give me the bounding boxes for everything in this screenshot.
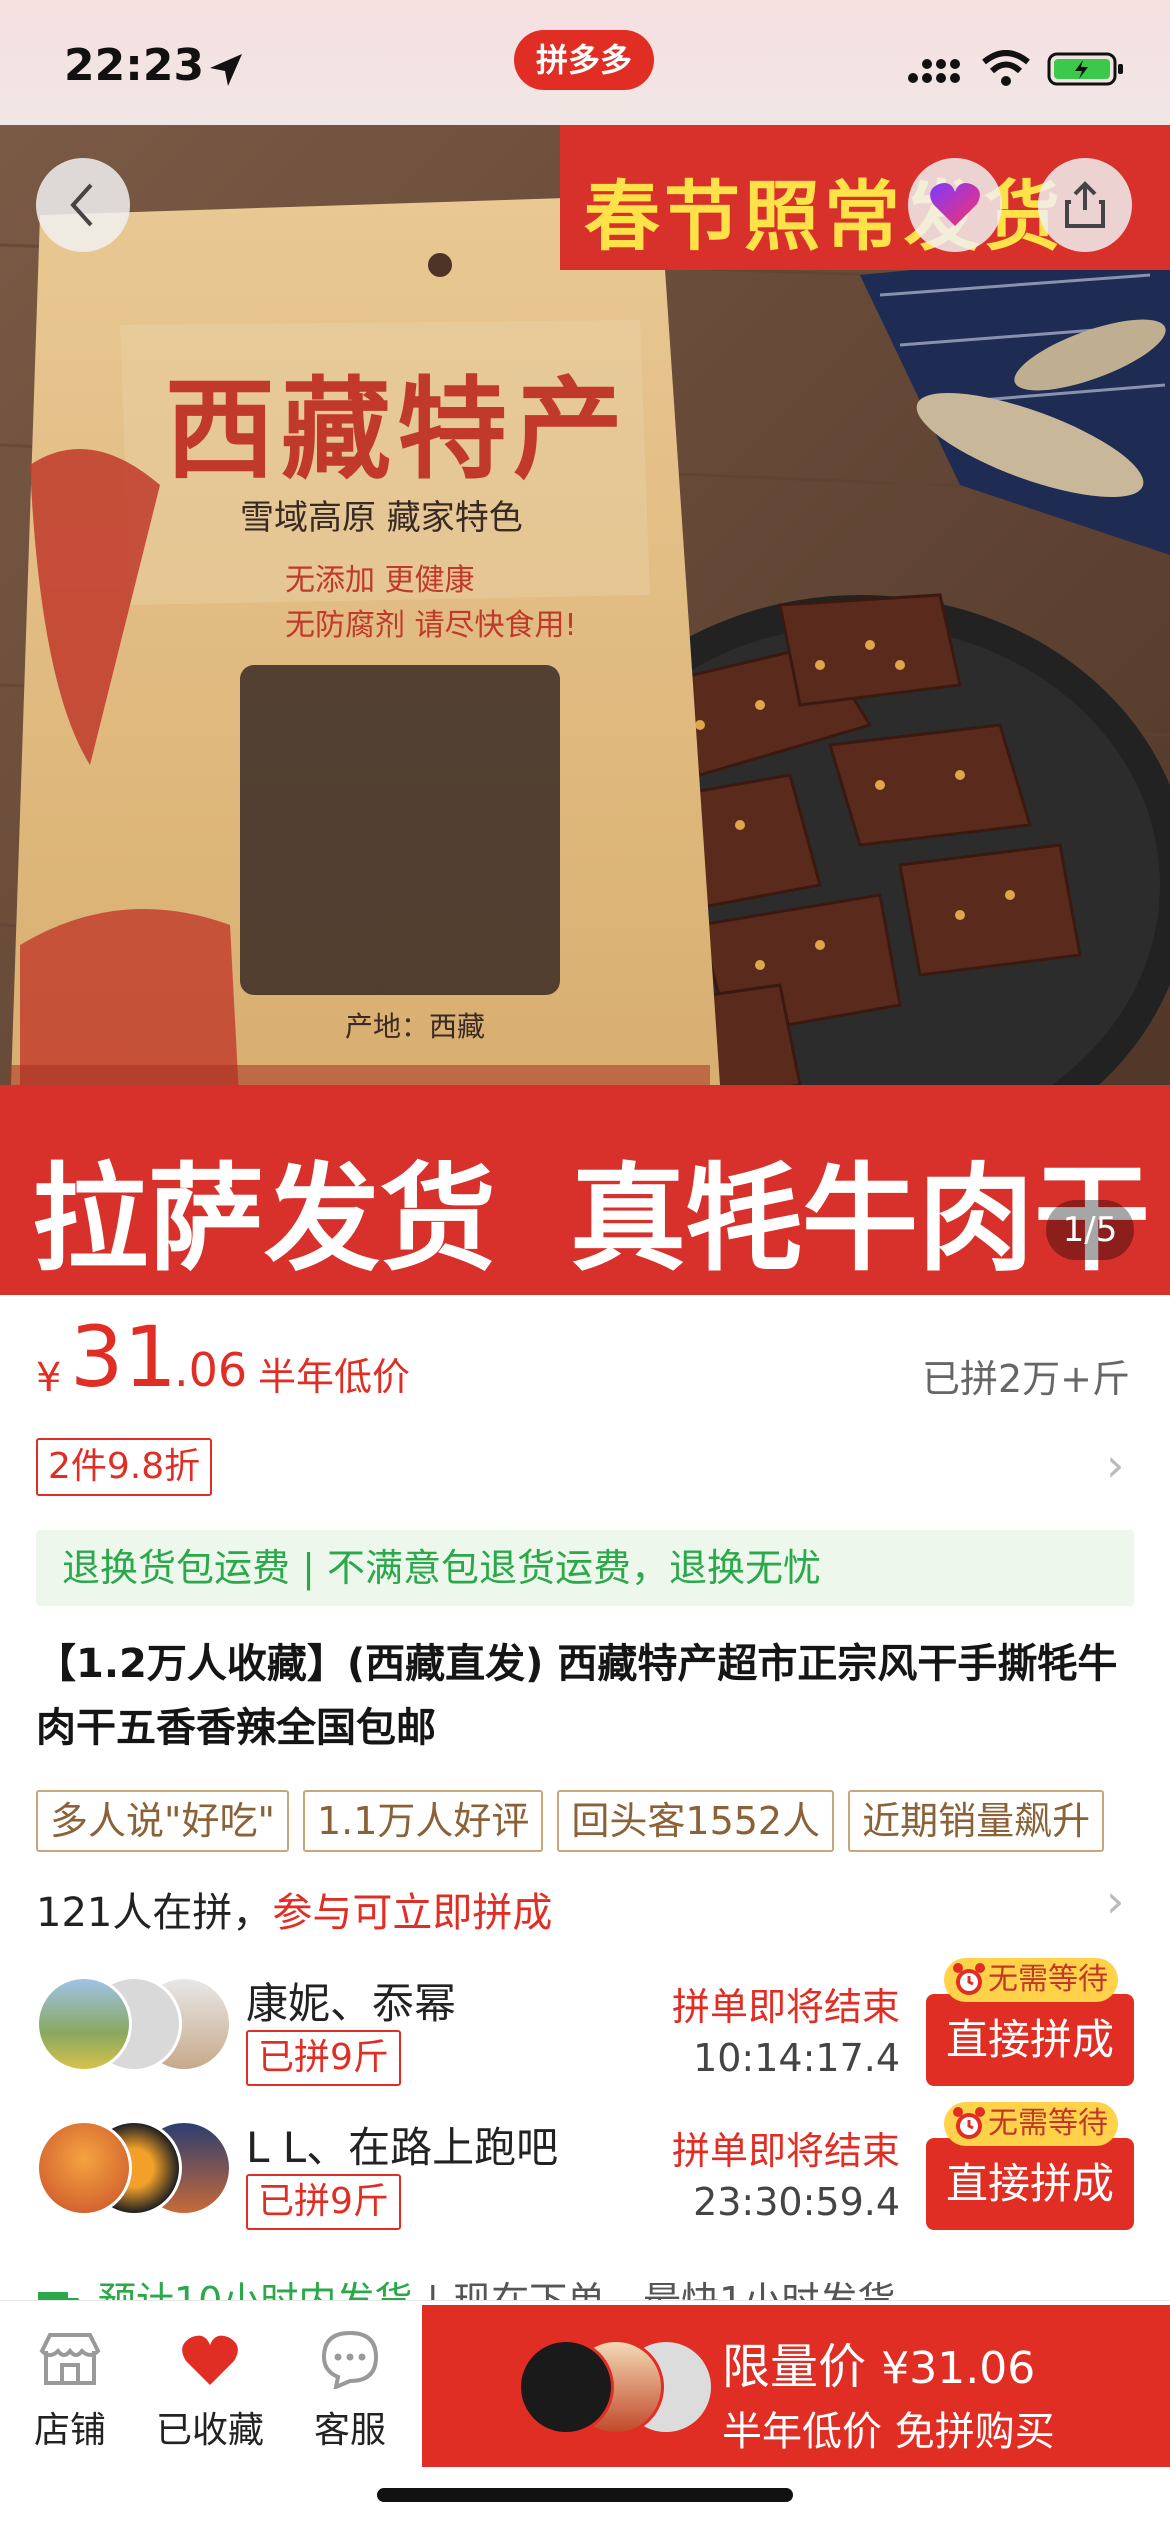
sold-count: 已拼2万+斤 (921, 1357, 1130, 1401)
product-title: 【1.2万人收藏】(西藏直发) 西藏特产超市正宗风干手撕牦牛肉干五香香辣全国包邮 (36, 1641, 1118, 1751)
back-button[interactable] (36, 158, 130, 252)
signal-icon (908, 59, 960, 83)
group-ending-text: 拼单即将结束 (671, 2129, 900, 2173)
price-decimal: .06 (174, 1343, 248, 1397)
group-ending-text: 拼单即将结束 (671, 1985, 900, 2029)
buy-price-line: 限量价 ¥31.06 (722, 2327, 1035, 2397)
group-avatars (36, 2120, 236, 2220)
location-arrow-icon (210, 54, 242, 86)
group-progress-badge: 已拼9斤 (246, 2174, 401, 2230)
group-count: 121人在拼， (36, 1890, 273, 1936)
join-group-button[interactable]: 直接拼成 (926, 1994, 1134, 2086)
favorite-label: 已收藏 (155, 2410, 264, 2451)
chat-bubble-icon (321, 2330, 379, 2391)
favorite-circle-button[interactable] (908, 158, 1002, 252)
share-icon (1065, 181, 1105, 228)
chevron-right-icon[interactable]: › (1106, 1874, 1124, 1928)
product-photo (0, 125, 1170, 1295)
service-label: 客服 (313, 2410, 386, 2451)
avatar (36, 1976, 132, 2072)
price-currency: ¥ (36, 1355, 62, 1401)
image-counter: 1/5 (1046, 1200, 1134, 1260)
tag-delicious[interactable]: 多人说"好吃" (36, 1790, 289, 1852)
chevron-right-icon[interactable]: › (1106, 1438, 1124, 1492)
no-wait-badge: 无需等待 (944, 2102, 1118, 2146)
no-wait-label: 无需等待 (988, 1962, 1108, 1997)
package-subtitle: 雪域高原 藏家特色 (240, 498, 523, 538)
discount-tag[interactable]: 2件9.8折 (36, 1438, 213, 1496)
group-names: L L、在路上跑吧 (246, 2123, 559, 2172)
group-names: 康妮、忝幂 (246, 1979, 457, 2028)
customer-service-button[interactable]: 客服 (280, 2329, 420, 2453)
group-avatars (36, 1976, 236, 2076)
group-cta: 参与可立即拼成 (272, 1890, 553, 1936)
no-wait-badge: 无需等待 (944, 1958, 1118, 2002)
package-title: 西藏特产 (165, 365, 629, 494)
avatar (518, 2339, 614, 2435)
store-icon (39, 2333, 101, 2385)
price-integer: 31 (70, 1308, 177, 1406)
store-label: 店铺 (33, 2410, 106, 2451)
app-badge: 拼多多 (514, 30, 654, 90)
heart-gradient-icon (930, 183, 980, 226)
avatar (36, 2120, 132, 2216)
buyer-avatars (518, 2339, 718, 2435)
favorite-button[interactable]: 已收藏 (140, 2329, 280, 2453)
group-progress-badge: 已拼9斤 (246, 2030, 401, 2086)
review-tags: 多人说"好吃" 1.1万人好评 回头客1552人 近期销量飙升 (36, 1790, 1118, 1852)
package-line-2: 无防腐剂 请尽快食用! (285, 608, 577, 643)
buy-price-value: ¥31.06 (881, 2343, 1036, 2394)
store-button[interactable]: 店铺 (0, 2329, 140, 2453)
group-row: L L、在路上跑吧 已拼9斤 拼单即将结束 23:30:59.4 直接拼成 无需… (0, 2102, 1170, 2242)
chevron-left-icon (70, 183, 93, 227)
share-button[interactable] (1038, 158, 1132, 252)
home-indicator (377, 2488, 793, 2502)
group-header[interactable]: 121人在拼，参与可立即拼成 (36, 1880, 552, 1938)
heart-filled-icon (182, 2335, 238, 2385)
tag-good-reviews[interactable]: 1.1万人好评 (302, 1790, 544, 1852)
join-group-button[interactable]: 直接拼成 (926, 2138, 1134, 2230)
package-origin: 产地：西藏 (345, 1010, 486, 1043)
tag-repeat-customers[interactable]: 回头客1552人 (557, 1790, 835, 1852)
buy-price-label: 限量价 (722, 2339, 867, 2395)
group-row: 康妮、忝幂 已拼9斤 拼单即将结束 10:14:17.4 直接拼成 无需等待 (0, 1958, 1170, 2098)
banner-bottom-left: 拉萨发货 (32, 1152, 496, 1287)
group-countdown: 10:14:17.4 (693, 2036, 900, 2080)
system-icons (905, 50, 1127, 88)
tag-sales-rising[interactable]: 近期销量飙升 (848, 1790, 1105, 1852)
no-wait-label: 无需等待 (988, 2106, 1108, 2141)
group-countdown: 23:30:59.4 (693, 2180, 900, 2224)
buy-now-button[interactable]: 限量价 ¥31.06 半年低价 免拼购买 (422, 2305, 1170, 2467)
buy-subline: 半年低价 免拼购买 (722, 2409, 1055, 2455)
price-note: 半年低价 (258, 1355, 411, 1399)
guarantee-bar[interactable]: 退换货包运费 | 不满意包退货运费，退换无忧 (36, 1530, 1134, 1606)
alarm-clock-icon (953, 2107, 985, 2139)
product-image-carousel[interactable]: 春节照常发货 西藏特产 雪域高原 藏家特色 无添加 更健康 无防腐剂 请尽快食用… (0, 125, 1170, 1295)
alarm-clock-icon (953, 1963, 985, 1995)
package-line-1: 无添加 更健康 (285, 563, 475, 598)
wifi-icon (982, 50, 1030, 86)
status-time: 22:23 (64, 40, 205, 91)
battery-icon (1047, 52, 1124, 86)
